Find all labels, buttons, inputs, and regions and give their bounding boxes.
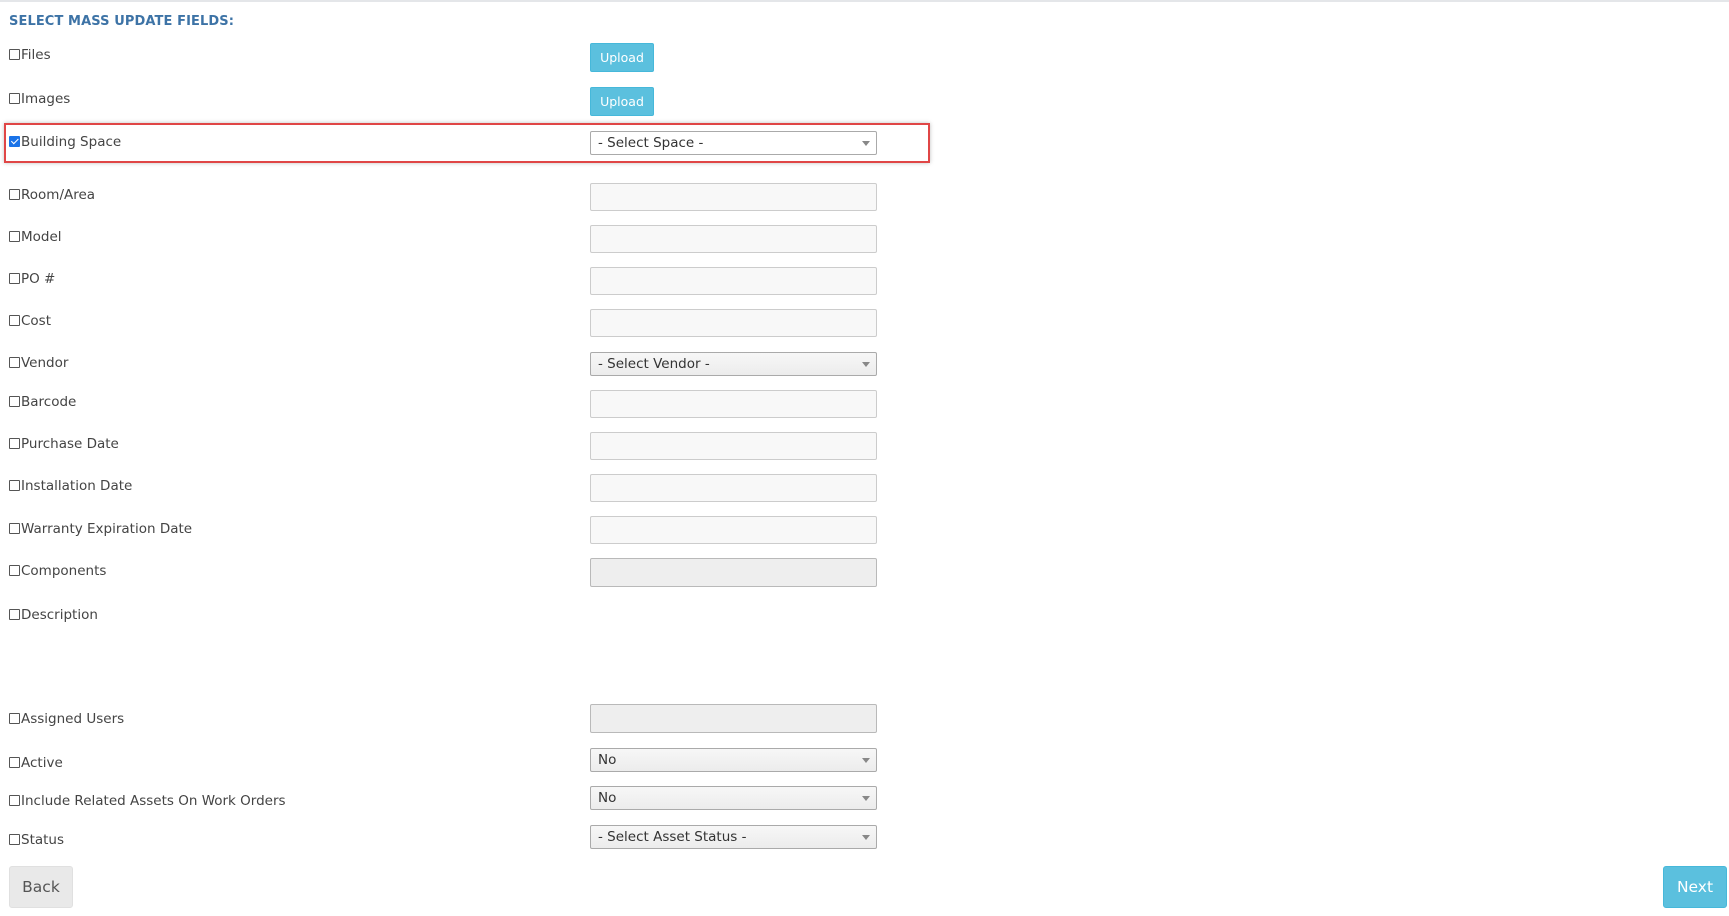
- warranty-expiration-date-input[interactable]: [590, 516, 877, 544]
- purchase-date-checkbox[interactable]: [9, 437, 20, 449]
- chevron-down-icon: [862, 758, 870, 763]
- assigned-users-label: Assigned Users: [21, 711, 125, 727]
- cost-input[interactable]: [590, 309, 877, 337]
- components-row-label[interactable]: Components: [9, 563, 106, 579]
- model-label: Model: [21, 229, 62, 245]
- top-divider: [0, 0, 1729, 2]
- status-row-label[interactable]: Status: [9, 832, 64, 848]
- room-area-row-label[interactable]: Room/Area: [9, 187, 95, 203]
- installation-date-row-label[interactable]: Installation Date: [9, 478, 132, 494]
- chevron-down-icon: [862, 835, 870, 840]
- files-upload-button[interactable]: Upload: [590, 43, 654, 72]
- vendor-select[interactable]: - Select Vendor -: [590, 352, 877, 376]
- chevron-down-icon: [862, 141, 870, 146]
- po-label: PO #: [21, 271, 56, 287]
- include-related-assets-select[interactable]: No: [590, 786, 877, 810]
- images-upload-button[interactable]: Upload: [590, 87, 654, 116]
- files-label: Files: [21, 47, 51, 63]
- purchase-date-label: Purchase Date: [21, 436, 119, 452]
- active-row-label[interactable]: Active: [9, 755, 63, 771]
- images-checkbox[interactable]: [9, 92, 20, 104]
- components-label: Components: [21, 563, 107, 579]
- po-input[interactable]: [590, 267, 877, 295]
- room-area-label: Room/Area: [21, 187, 96, 203]
- back-button[interactable]: Back: [9, 866, 73, 908]
- building-space-label: Building Space: [21, 134, 122, 150]
- include-related-assets-label: Include Related Assets On Work Orders: [21, 793, 286, 809]
- status-label: Status: [21, 832, 65, 848]
- building-space-select-value: - Select Space -: [598, 135, 704, 151]
- assigned-users-checkbox[interactable]: [9, 712, 20, 724]
- files-row-label[interactable]: Files: [9, 47, 51, 63]
- cost-row-label[interactable]: Cost: [9, 313, 51, 329]
- model-row-label[interactable]: Model: [9, 229, 62, 245]
- vendor-checkbox[interactable]: [9, 356, 20, 368]
- assigned-users-input[interactable]: [590, 704, 877, 733]
- purchase-date-row-label[interactable]: Purchase Date: [9, 436, 119, 452]
- images-row-label[interactable]: Images: [9, 91, 70, 107]
- description-row-label[interactable]: Description: [9, 607, 98, 623]
- po-row-label[interactable]: PO #: [9, 271, 55, 287]
- warranty-expiration-date-checkbox[interactable]: [9, 522, 20, 534]
- warranty-expiration-date-label: Warranty Expiration Date: [21, 521, 193, 537]
- cost-label: Cost: [21, 313, 52, 329]
- vendor-select-value: - Select Vendor -: [598, 356, 710, 372]
- barcode-input[interactable]: [590, 390, 877, 418]
- purchase-date-input[interactable]: [590, 432, 877, 460]
- barcode-label: Barcode: [21, 394, 77, 410]
- assigned-users-row-label[interactable]: Assigned Users: [9, 711, 124, 727]
- status-select-value: - Select Asset Status -: [598, 829, 747, 845]
- active-checkbox[interactable]: [9, 756, 20, 768]
- description-label: Description: [21, 607, 98, 623]
- images-label: Images: [21, 91, 71, 107]
- status-checkbox[interactable]: [9, 833, 20, 845]
- model-input[interactable]: [590, 225, 877, 253]
- building-space-row-label[interactable]: Building Space: [9, 134, 121, 150]
- vendor-label: Vendor: [21, 355, 69, 371]
- installation-date-label: Installation Date: [21, 478, 133, 494]
- page-title: SELECT MASS UPDATE FIELDS:: [9, 14, 235, 29]
- installation-date-input[interactable]: [590, 474, 877, 502]
- active-select[interactable]: No: [590, 748, 877, 772]
- components-input[interactable]: [590, 558, 877, 587]
- files-checkbox[interactable]: [9, 48, 20, 60]
- room-area-input[interactable]: [590, 183, 877, 211]
- building-space-select[interactable]: - Select Space -: [590, 131, 877, 155]
- po-checkbox[interactable]: [9, 272, 20, 284]
- active-select-value: No: [598, 752, 617, 768]
- barcode-checkbox[interactable]: [9, 395, 20, 407]
- installation-date-checkbox[interactable]: [9, 479, 20, 491]
- include-related-assets-checkbox[interactable]: [9, 794, 20, 806]
- model-checkbox[interactable]: [9, 230, 20, 242]
- barcode-row-label[interactable]: Barcode: [9, 394, 76, 410]
- active-label: Active: [21, 755, 63, 771]
- cost-checkbox[interactable]: [9, 314, 20, 326]
- building-space-checkbox[interactable]: [9, 135, 20, 147]
- chevron-down-icon: [862, 796, 870, 801]
- vendor-row-label[interactable]: Vendor: [9, 355, 68, 371]
- components-checkbox[interactable]: [9, 564, 20, 576]
- room-area-checkbox[interactable]: [9, 188, 20, 200]
- warranty-expiration-date-row-label[interactable]: Warranty Expiration Date: [9, 521, 192, 537]
- status-select[interactable]: - Select Asset Status -: [590, 825, 877, 849]
- description-checkbox[interactable]: [9, 608, 20, 620]
- include-related-assets-row-label[interactable]: Include Related Assets On Work Orders: [9, 793, 286, 809]
- chevron-down-icon: [862, 362, 870, 367]
- include-related-assets-select-value: No: [598, 790, 617, 806]
- next-button[interactable]: Next: [1663, 866, 1727, 908]
